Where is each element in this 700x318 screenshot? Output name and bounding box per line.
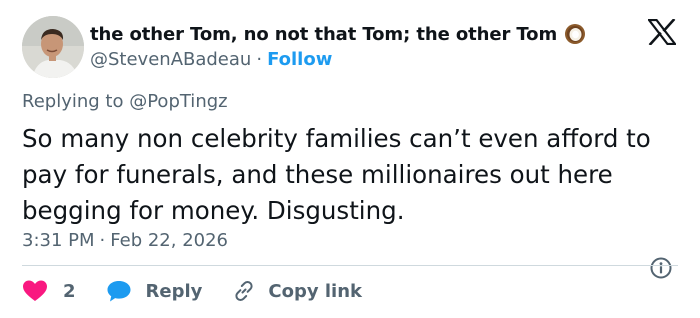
tweet-text: So many non celebrity families can’t eve… — [22, 124, 651, 225]
x-logo-icon[interactable] — [646, 18, 678, 46]
reply-label: Reply — [145, 280, 203, 302]
reply-context-handle[interactable]: @PopTingz — [129, 91, 227, 112]
author-handle-row: @StevenABadeau · Follow — [90, 47, 332, 71]
author-handle[interactable]: @StevenABadeau — [90, 49, 251, 70]
reply-context: Replying to @PopTingz — [22, 91, 228, 112]
handle-separator: · — [256, 48, 263, 70]
avatar-photo — [22, 16, 84, 78]
like-count: 2 — [63, 280, 76, 302]
follow-button[interactable]: Follow — [267, 49, 332, 70]
action-bar: 2 Reply Copy link — [22, 277, 362, 305]
timestamp-separator: · — [99, 229, 106, 251]
tweet-timestamp[interactable]: 3:31 PM · Feb 22, 2026 — [22, 227, 228, 253]
coconut-icon — [564, 23, 586, 45]
author-name-row: the other Tom, no not that Tom; the othe… — [90, 21, 586, 47]
copy-link-label: Copy link — [268, 280, 362, 302]
link-icon — [232, 279, 256, 303]
like-button[interactable]: 2 — [22, 279, 76, 303]
info-icon[interactable] — [649, 256, 673, 280]
reply-context-prefix: Replying to — [22, 91, 124, 112]
speech-bubble-icon — [106, 279, 132, 303]
heart-icon — [22, 279, 48, 303]
author-display-name[interactable]: the other Tom, no not that Tom; the othe… — [90, 24, 557, 45]
reply-button[interactable]: Reply — [106, 279, 203, 303]
divider — [22, 265, 678, 266]
copy-link-button[interactable]: Copy link — [232, 279, 362, 303]
tweet-date: Feb 22, 2026 — [110, 229, 229, 251]
avatar[interactable] — [22, 16, 84, 78]
tweet-time: 3:31 PM — [22, 229, 95, 251]
